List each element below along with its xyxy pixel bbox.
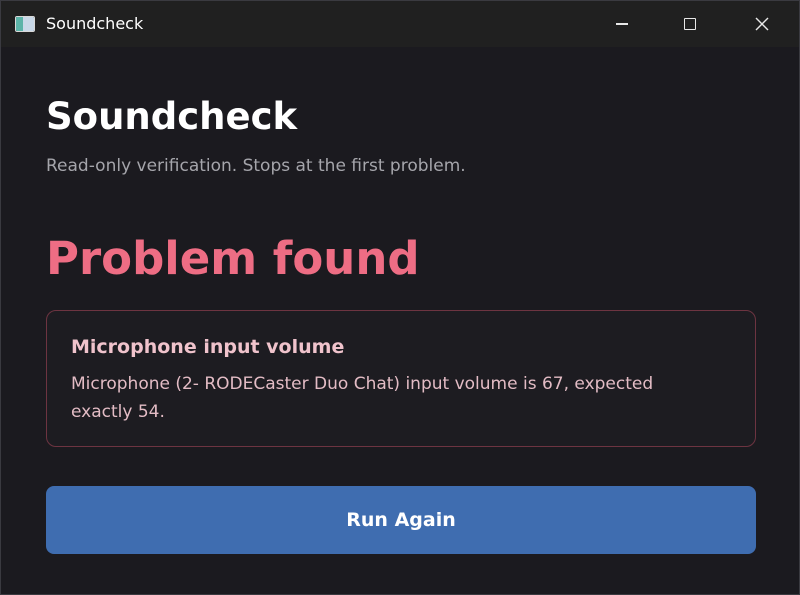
minimize-icon <box>616 23 628 25</box>
maximize-icon <box>684 18 696 30</box>
page-title: Soundcheck <box>46 95 298 138</box>
problem-title: Microphone input volume <box>71 336 345 358</box>
title-bar[interactable]: Soundcheck <box>1 1 799 47</box>
app-window-icon <box>15 16 35 32</box>
window-title: Soundcheck <box>46 14 144 33</box>
page-subtitle: Read-only verification. Stops at the fir… <box>46 156 466 176</box>
maximize-button[interactable] <box>667 1 713 47</box>
problem-description: Microphone (2- RODECaster Duo Chat) inpu… <box>71 374 654 422</box>
minimize-button[interactable] <box>599 1 645 47</box>
status-heading: Problem found <box>46 232 420 285</box>
app-window: Soundcheck Soundcheck Read-only verifica… <box>0 0 800 595</box>
close-icon <box>755 17 769 31</box>
run-again-button[interactable]: Run Again <box>46 486 756 554</box>
close-button[interactable] <box>739 1 785 47</box>
problem-card: Microphone input volume Microphone (2- R… <box>46 310 756 447</box>
